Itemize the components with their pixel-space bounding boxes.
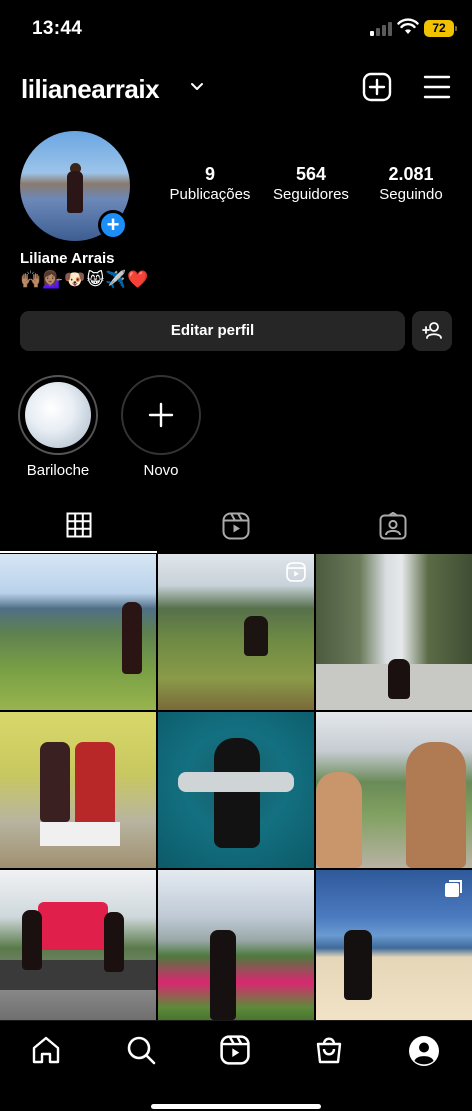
discover-people-button[interactable] — [412, 311, 452, 351]
profile-tabs — [0, 500, 472, 553]
home-indicator — [151, 1104, 321, 1109]
highlight-cover — [18, 375, 98, 455]
menu-icon[interactable] — [423, 72, 451, 102]
highlight-new-cover — [121, 375, 201, 455]
bottom-navigation — [0, 1020, 472, 1111]
cellular-signal-icon — [370, 22, 392, 36]
wifi-icon — [397, 18, 419, 34]
home-icon[interactable] — [31, 1035, 61, 1065]
edit-profile-button[interactable]: Editar perfil — [20, 311, 405, 351]
profile-full-name: Liliane Arrais — [20, 250, 115, 267]
followers-count[interactable]: 564 Seguidores — [268, 163, 354, 205]
carousel-badge-icon — [445, 880, 462, 897]
reels-icon[interactable] — [220, 1035, 250, 1065]
battery-icon: 72 — [424, 20, 457, 37]
highlight-label: Novo — [143, 462, 179, 479]
following-count[interactable]: 2.081 Seguindo — [370, 163, 452, 205]
post-beach-selfie[interactable] — [316, 712, 472, 868]
shop-icon[interactable] — [314, 1035, 344, 1065]
tab-reels-icon[interactable] — [222, 512, 250, 540]
create-post-icon[interactable] — [362, 72, 392, 102]
account-username[interactable]: lilianearraix — [21, 74, 160, 105]
post-botanical-garden[interactable] — [158, 870, 314, 1026]
chevron-down-icon[interactable] — [190, 82, 204, 92]
post-swing-reel[interactable] — [158, 554, 314, 710]
active-tab-indicator — [0, 551, 157, 553]
tab-grid-icon[interactable] — [66, 512, 92, 538]
highlight-label: Bariloche — [26, 462, 90, 479]
profile-bio: 🙌🏽💁🏽‍♀️🐶😸✈️❤️ — [20, 270, 150, 289]
post-sand-dunes[interactable] — [316, 870, 472, 1026]
reel-badge-icon — [286, 562, 306, 582]
highlight-new[interactable]: Novo — [121, 375, 201, 479]
post-mountain-view[interactable] — [0, 554, 156, 710]
add-person-icon — [422, 322, 442, 339]
post-scuba-diving[interactable] — [158, 712, 314, 868]
post-canyon-road[interactable] — [316, 554, 472, 710]
status-bar: 13:44 72 — [0, 0, 472, 54]
search-icon[interactable] — [126, 1035, 156, 1065]
posts-count[interactable]: 9 Publicações — [165, 163, 255, 205]
plus-icon — [148, 402, 174, 428]
profile-header: lilianearraix — [0, 66, 472, 110]
profile-avatar-icon[interactable] — [408, 1035, 440, 1067]
status-time: 13:44 — [32, 18, 83, 39]
add-story-icon[interactable]: + — [98, 210, 128, 240]
highlight-bariloche[interactable]: Bariloche — [18, 375, 98, 479]
tab-tagged-icon[interactable] — [379, 512, 407, 540]
post-pomerode-sign[interactable] — [0, 870, 156, 1026]
post-birthday-party[interactable] — [0, 712, 156, 868]
